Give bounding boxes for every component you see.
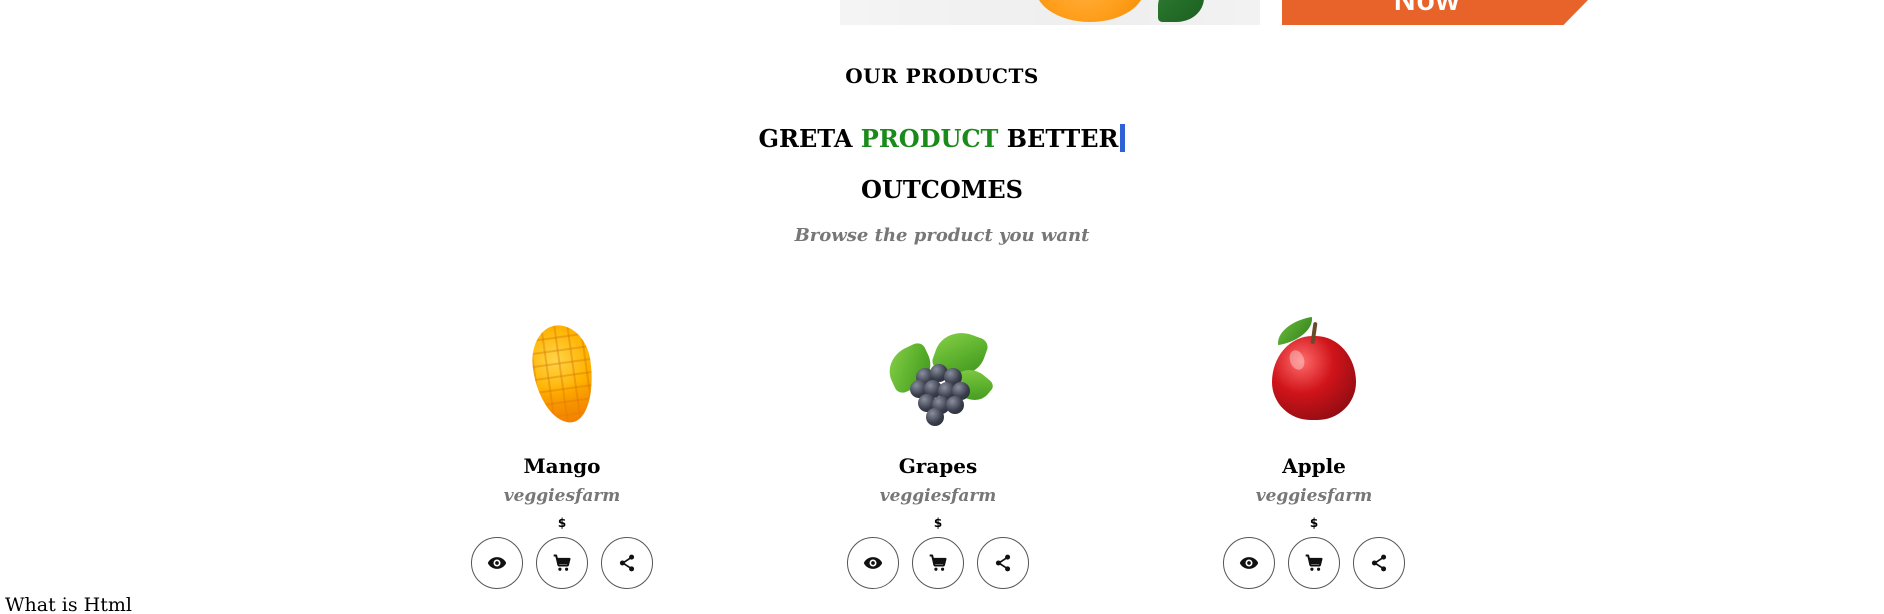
section-title: GRETA PRODUCT BETTER	[0, 124, 1884, 154]
section-title-line-2: OUTCOMES	[861, 175, 1023, 204]
view-button[interactable]	[1223, 537, 1275, 589]
grapes-icon[interactable]	[878, 318, 998, 428]
product-card: Mango veggiesfarm $	[432, 318, 692, 589]
product-brand: veggiesfarm	[503, 486, 621, 506]
share-icon	[995, 554, 1011, 572]
mango-fruit-shape	[527, 321, 599, 427]
banner-cta-label: Now	[1393, 0, 1461, 17]
product-brand: veggiesfarm	[879, 486, 997, 506]
product-actions	[808, 537, 1068, 589]
product-brand: veggiesfarm	[1255, 486, 1373, 506]
product-price: $	[1309, 516, 1319, 530]
product-price: $	[557, 516, 567, 530]
cart-icon	[929, 554, 947, 571]
add-to-cart-button[interactable]	[912, 537, 964, 589]
product-price: $	[933, 516, 943, 530]
text-cursor	[1120, 124, 1126, 152]
product-card: Grapes veggiesfarm $	[808, 318, 1068, 589]
eye-icon	[487, 557, 507, 569]
product-actions	[1184, 537, 1444, 589]
apple-icon[interactable]	[1254, 316, 1374, 428]
mango-icon[interactable]	[502, 318, 622, 428]
eye-icon	[1239, 557, 1259, 569]
hero-banner: Now	[840, 0, 1600, 25]
product-actions	[432, 537, 692, 589]
title-accent: PRODUCT	[860, 124, 999, 153]
view-button[interactable]	[471, 537, 523, 589]
share-icon	[1371, 554, 1387, 572]
product-name[interactable]: Grapes	[808, 454, 1068, 478]
view-button[interactable]	[847, 537, 899, 589]
apple-fruit-shape	[1272, 336, 1356, 420]
product-name[interactable]: Mango	[432, 454, 692, 478]
product-grid: Mango veggiesfarm $ Grapes veggiesfarm $…	[0, 316, 1884, 608]
add-to-cart-button[interactable]	[1288, 537, 1340, 589]
product-name[interactable]: Apple	[1184, 454, 1444, 478]
share-button[interactable]	[977, 537, 1029, 589]
cart-icon	[1305, 554, 1323, 571]
title-part-1: GRETA	[758, 124, 853, 153]
eye-icon	[863, 557, 883, 569]
share-icon	[619, 554, 635, 572]
cart-icon	[553, 554, 571, 571]
mango-peel	[529, 378, 599, 427]
add-to-cart-button[interactable]	[536, 537, 588, 589]
section-eyebrow: OUR PRODUCTS	[845, 64, 1039, 88]
section-subtitle: Browse the product you want	[794, 225, 1090, 246]
product-card: Apple veggiesfarm $	[1184, 316, 1444, 589]
title-part-2: BETTER	[1006, 124, 1119, 153]
footer-text: What is Html	[5, 594, 132, 614]
share-button[interactable]	[1353, 537, 1405, 589]
grape-berry	[946, 396, 964, 414]
share-button[interactable]	[601, 537, 653, 589]
banner-cta-button[interactable]: Now	[1282, 0, 1588, 25]
grape-berry	[926, 408, 944, 426]
